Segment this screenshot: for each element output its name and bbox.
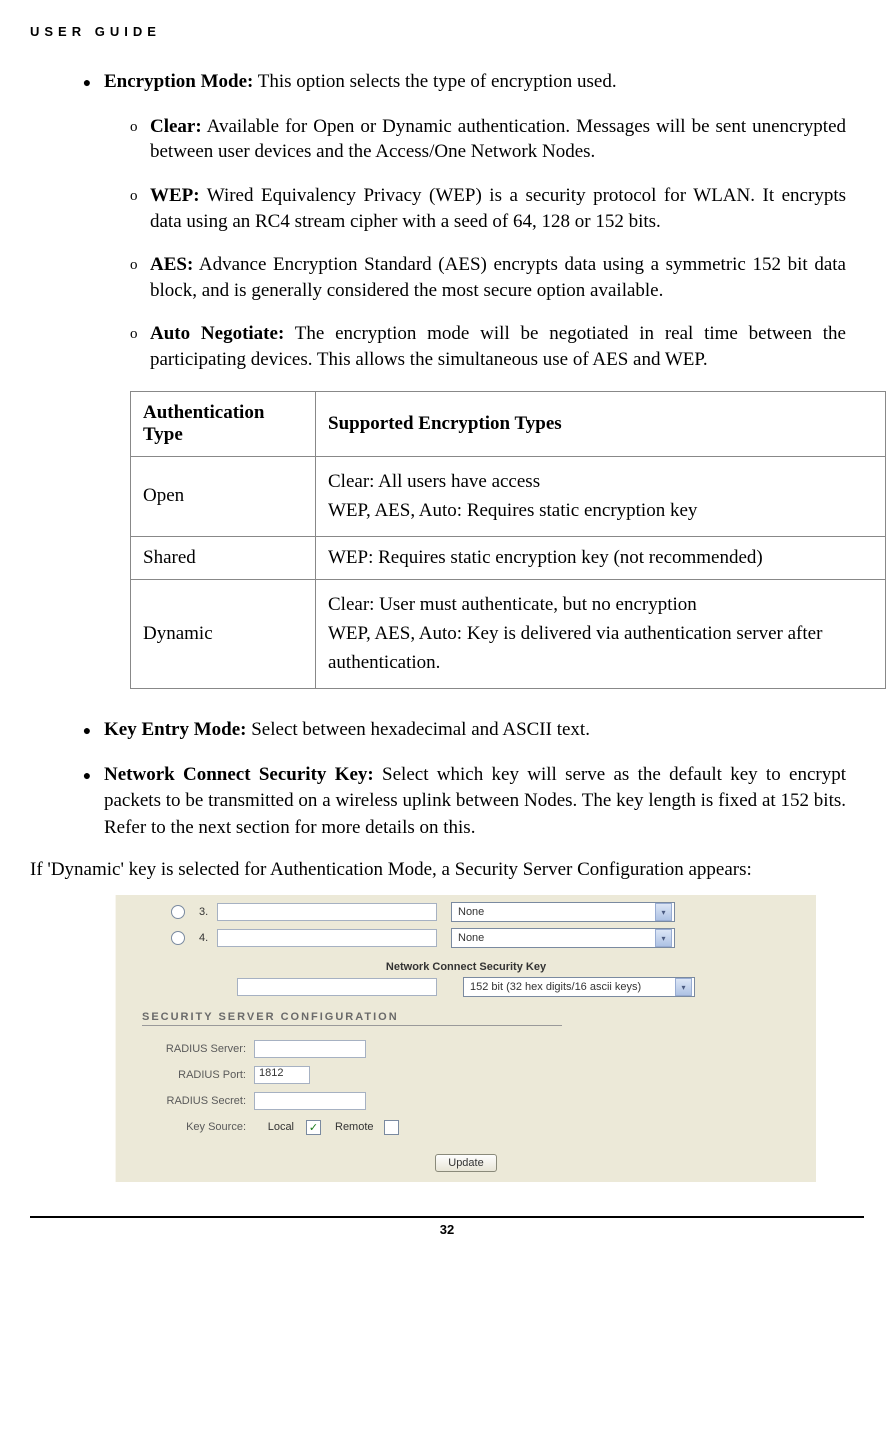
encryption-mode-para: Encryption Mode: This option selects the… — [104, 69, 846, 96]
dynamic-note: If 'Dynamic' key is selected for Authent… — [30, 859, 846, 881]
key-entry-para: Key Entry Mode: Select between hexadecim… — [104, 717, 846, 744]
chevron-down-icon: ▾ — [655, 929, 672, 947]
sub-marker: o — [130, 183, 150, 234]
radio-key-3[interactable] — [171, 905, 185, 919]
radius-port-label: RADIUS Port: — [116, 1069, 254, 1081]
footer-rule — [30, 1216, 864, 1218]
sub-marker: o — [130, 252, 150, 303]
radius-port-input[interactable]: 1812 — [254, 1066, 310, 1084]
table-cell: Open — [131, 456, 316, 536]
local-checkbox[interactable]: ✓ — [306, 1120, 321, 1135]
nck-title: Network Connect Security Key — [116, 961, 816, 973]
key-3-type-select[interactable]: None ▾ — [451, 902, 675, 922]
bullet-icon: ● — [70, 717, 104, 744]
key-source-label: Key Source: — [116, 1121, 254, 1133]
table-header-auth: Authentication Type — [131, 391, 316, 456]
table-cell: Clear: User must authenticate, but no en… — [316, 579, 886, 688]
key-number: 4. — [199, 932, 217, 944]
radio-key-4[interactable] — [171, 931, 185, 945]
key-3-input[interactable] — [217, 903, 437, 921]
table-header-types: Supported Encryption Types — [316, 391, 886, 456]
remote-checkbox[interactable] — [384, 1120, 399, 1135]
local-label: Local — [254, 1121, 296, 1133]
sub-marker: o — [130, 114, 150, 165]
table-cell: Clear: All users have access WEP, AES, A… — [316, 456, 886, 536]
table-cell: WEP: Requires static encryption key (not… — [316, 536, 886, 579]
key-4-input[interactable] — [217, 929, 437, 947]
auto-para: Auto Negotiate: The encryption mode will… — [150, 321, 846, 372]
clear-para: Clear: Available for Open or Dynamic aut… — [150, 114, 846, 165]
chevron-down-icon: ▾ — [655, 903, 672, 921]
config-screenshot: 3. None ▾ 4. None ▾ Network Connect Secu… — [115, 895, 816, 1182]
remote-label: Remote — [325, 1121, 374, 1133]
wep-para: WEP: Wired Equivalency Privacy (WEP) is … — [150, 183, 846, 234]
table-cell: Shared — [131, 536, 316, 579]
sub-marker: o — [130, 321, 150, 372]
nck-length-select[interactable]: 152 bit (32 hex digits/16 ascii keys) ▾ — [463, 977, 695, 997]
security-server-header: SECURITY SERVER CONFIGURATION — [142, 1011, 562, 1026]
encryption-table: Authentication Type Supported Encryption… — [130, 391, 886, 689]
bullet-icon: ● — [70, 69, 104, 96]
aes-para: AES: Advance Encryption Standard (AES) e… — [150, 252, 846, 303]
nck-input[interactable] — [237, 978, 437, 996]
nck-para: Network Connect Security Key: Select whi… — [104, 762, 846, 842]
radius-server-input[interactable] — [254, 1040, 366, 1058]
update-button[interactable]: Update — [435, 1154, 496, 1172]
key-4-type-select[interactable]: None ▾ — [451, 928, 675, 948]
radius-secret-label: RADIUS Secret: — [116, 1095, 254, 1107]
chevron-down-icon: ▾ — [675, 978, 692, 996]
radius-secret-input[interactable] — [254, 1092, 366, 1110]
radius-server-label: RADIUS Server: — [116, 1043, 254, 1055]
page-header: USER GUIDE — [30, 24, 846, 39]
key-number: 3. — [199, 906, 217, 918]
page-number: 32 — [0, 1222, 894, 1237]
table-cell: Dynamic — [131, 579, 316, 688]
bullet-icon: ● — [70, 762, 104, 842]
